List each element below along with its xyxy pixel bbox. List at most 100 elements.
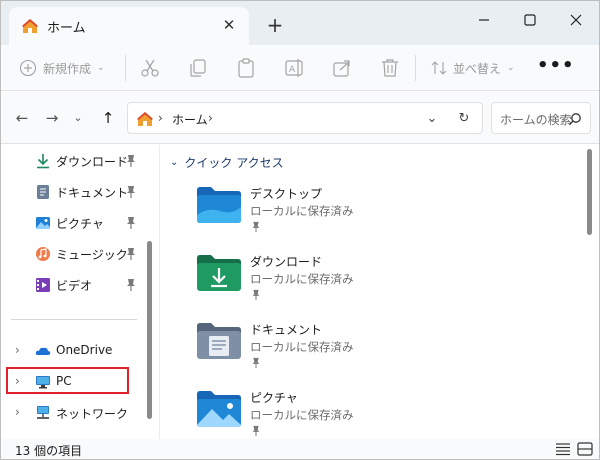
search-placeholder: ホームの検索 xyxy=(500,113,572,127)
folder-status: ローカルに保存済み xyxy=(250,408,354,422)
sidebar-item-downloads[interactable]: ダウンロード xyxy=(1,147,141,175)
new-tab-button[interactable]: + xyxy=(263,13,287,37)
documents-icon xyxy=(37,185,49,199)
sort-icon xyxy=(431,61,447,75)
new-button-label: 新規作成 xyxy=(43,61,92,76)
quick-access-title: クイック アクセス xyxy=(184,156,284,170)
highlight-box xyxy=(6,367,129,394)
folder-tile-desktop[interactable]: デスクトップ ローカルに保存済み xyxy=(196,185,496,245)
pictures-folder-icon xyxy=(197,391,241,427)
pin-icon[interactable] xyxy=(125,185,137,199)
sidebar-item-label: ダウンロード xyxy=(56,155,129,169)
minimize-button[interactable] xyxy=(461,5,507,35)
address-history-chevron-icon[interactable]: ⌄ xyxy=(422,109,442,129)
sidebar-divider xyxy=(11,319,137,320)
refresh-icon[interactable]: ↻ xyxy=(454,109,474,129)
sidebar-item-network[interactable]: › ネットワーク xyxy=(1,399,141,427)
network-icon xyxy=(37,406,49,419)
tab-home[interactable]: ホーム ✕ xyxy=(9,7,249,45)
sidebar-item-label: ビデオ xyxy=(56,279,93,293)
pin-icon xyxy=(252,357,260,369)
pin-icon[interactable] xyxy=(125,154,137,168)
breadcrumb-chevron-icon[interactable]: › xyxy=(208,111,213,125)
home-icon xyxy=(137,112,153,126)
delete-icon[interactable] xyxy=(379,57,401,79)
svg-text:A: A xyxy=(289,65,296,75)
chevron-down-icon: ⌄ xyxy=(97,63,105,73)
up-arrow-icon[interactable]: ↑ xyxy=(97,108,119,128)
sidebar-item-label: ピクチャ xyxy=(56,217,104,231)
collapse-chevron-icon: ⌄ xyxy=(170,157,179,168)
search-box[interactable]: ホームの検索 xyxy=(491,102,591,134)
sidebar-item-pictures[interactable]: ピクチャ xyxy=(1,209,141,237)
sidebar-item-videos[interactable]: ビデオ xyxy=(1,271,141,299)
folder-status: ローカルに保存済み xyxy=(250,204,354,218)
search-icon xyxy=(569,113,581,125)
pin-icon xyxy=(252,425,260,437)
breadcrumb-separator-icon: › xyxy=(158,111,163,125)
folder-status: ローカルに保存済み xyxy=(250,272,354,286)
expand-chevron-icon[interactable]: › xyxy=(15,405,20,419)
pin-icon xyxy=(252,221,260,233)
title-bar: ホーム ✕ + xyxy=(1,1,599,45)
chevron-down-icon: ⌄ xyxy=(507,63,515,73)
breadcrumb-home[interactable]: ホーム xyxy=(172,111,208,128)
content-pane: ⌄ クイック アクセス デスクトップ ローカルに保存済み ダウンロード ローカル… xyxy=(159,145,577,439)
back-arrow-icon[interactable]: ← xyxy=(11,108,33,128)
plus-circle-icon xyxy=(19,59,37,77)
home-icon xyxy=(22,19,38,33)
pin-icon xyxy=(252,289,260,301)
rename-icon[interactable]: A xyxy=(283,57,305,79)
sidebar-item-label: ドキュメント xyxy=(56,186,129,200)
new-button[interactable]: 新規作成 ⌄ xyxy=(19,57,105,79)
sidebar-item-label: OneDrive xyxy=(56,343,113,357)
navigation-bar: ← → ⌄ ↑ › ホーム › ⌄ ↻ ホームの検索 xyxy=(1,92,599,144)
sort-button[interactable]: 並べ替え ⌄ xyxy=(431,57,515,79)
close-icon xyxy=(570,14,582,26)
folder-tile-documents[interactable]: ドキュメント ローカルに保存済み xyxy=(196,321,496,381)
sidebar-item-documents[interactable]: ドキュメント xyxy=(1,178,141,206)
close-window-button[interactable] xyxy=(553,5,599,35)
folder-name: ドキュメント xyxy=(250,323,323,337)
maximize-button[interactable] xyxy=(507,5,553,35)
details-view-icon[interactable] xyxy=(555,442,571,456)
folder-tile-downloads[interactable]: ダウンロード ローカルに保存済み xyxy=(196,253,496,313)
close-tab-icon[interactable]: ✕ xyxy=(217,13,241,37)
cut-icon[interactable] xyxy=(139,57,161,79)
expand-chevron-icon[interactable]: › xyxy=(15,343,20,357)
sidebar-scrollbar[interactable] xyxy=(147,241,152,419)
toolbar-divider xyxy=(415,55,416,81)
folder-name: ピクチャ xyxy=(250,391,298,405)
sidebar-item-label: ネットワーク xyxy=(56,407,129,421)
paste-icon[interactable] xyxy=(235,57,257,79)
forward-arrow-icon[interactable]: → xyxy=(41,108,63,128)
pin-icon[interactable] xyxy=(125,278,137,292)
recent-locations-chevron-icon[interactable]: ⌄ xyxy=(67,108,89,128)
share-icon[interactable] xyxy=(331,57,353,79)
folder-name: デスクトップ xyxy=(250,187,323,201)
minimize-icon xyxy=(479,19,489,21)
documents-folder-icon xyxy=(197,323,241,359)
address-bar[interactable]: › ホーム › ⌄ ↻ xyxy=(127,102,483,134)
quick-access-header[interactable]: ⌄ クイック アクセス xyxy=(170,154,284,171)
folder-status: ローカルに保存済み xyxy=(250,340,354,354)
desktop-folder-icon xyxy=(197,187,241,223)
pin-icon[interactable] xyxy=(125,247,137,261)
sort-button-label: 並べ替え xyxy=(453,61,502,76)
videos-icon xyxy=(36,278,50,292)
sidebar-item-music[interactable]: ミュージック xyxy=(1,240,141,268)
more-options-button[interactable]: ••• xyxy=(537,57,574,79)
pin-icon[interactable] xyxy=(125,216,137,230)
cloud-icon xyxy=(35,347,51,355)
tiles-view-icon[interactable] xyxy=(577,442,593,456)
command-bar: 新規作成 ⌄ A 並べ替え ⌄ ••• xyxy=(1,45,599,91)
toolbar-divider xyxy=(125,55,126,81)
status-bar: 13 個の項目 xyxy=(1,439,599,459)
file-explorer-window: ホーム ✕ + 新規作成 ⌄ A 並べ替え ⌄ ••• ← → ⌄ ↑ › ホー… xyxy=(0,0,600,460)
copy-icon[interactable] xyxy=(187,57,209,79)
maximize-icon xyxy=(524,14,536,26)
tab-title: ホーム xyxy=(47,21,86,36)
sidebar-item-onedrive[interactable]: › OneDrive xyxy=(1,337,141,365)
content-scrollbar[interactable] xyxy=(587,149,592,235)
music-icon xyxy=(36,247,50,261)
